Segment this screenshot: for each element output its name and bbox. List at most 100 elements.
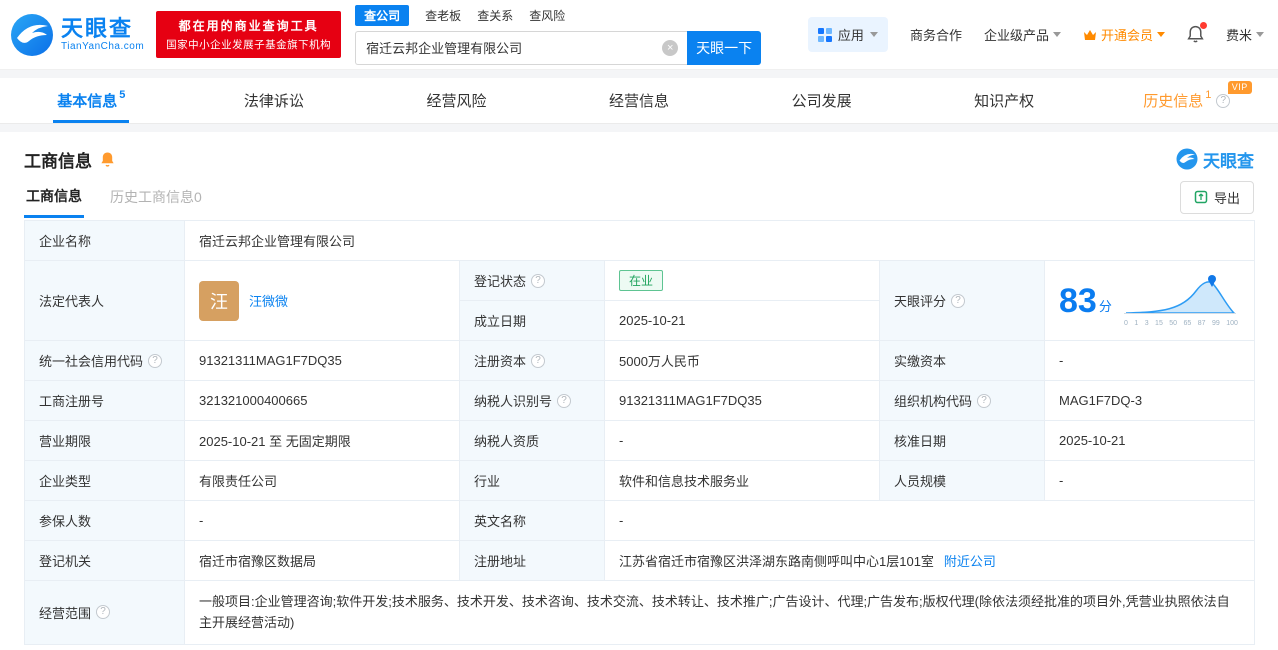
logo-domain: TianYanCha.com	[61, 41, 144, 52]
label-legal-rep: 法定代表人	[25, 261, 185, 341]
vip-badge: VIP	[1228, 81, 1252, 94]
tianyancha-logo[interactable]: 天眼查 TianYanCha.com	[10, 13, 144, 57]
search-tab-risk[interactable]: 查风险	[529, 7, 565, 24]
clear-icon[interactable]: ×	[662, 40, 678, 56]
menu-business-cooperation[interactable]: 商务合作	[910, 25, 962, 44]
help-icon[interactable]: ?	[951, 294, 965, 308]
chevron-down-icon	[1053, 32, 1061, 37]
tab-label: 知识产权	[974, 90, 1034, 111]
label-staff-size: 人员规模	[880, 461, 1045, 501]
table-row: 法定代表人 汪 汪微微 登记状态? 在业 天眼评分?	[25, 261, 1255, 301]
help-icon[interactable]: ?	[96, 605, 110, 619]
tab-label: 经营信息	[609, 90, 669, 111]
search-tab-boss[interactable]: 查老板	[425, 7, 461, 24]
business-info-card: 工商信息 天眼查 工商信息 历史工商信息0 导出	[0, 132, 1278, 650]
username: 费米	[1226, 25, 1252, 44]
vip-label: 开通会员	[1101, 25, 1153, 44]
help-icon[interactable]: ?	[531, 354, 545, 368]
tab-label: 历史信息	[1143, 90, 1203, 111]
table-row: 登记机关 宿迁市宿豫区数据局 注册地址 江苏省宿迁市宿豫区洪泽湖东路南侧呼叫中心…	[25, 541, 1255, 581]
label-taxpayer-quality: 纳税人资质	[460, 421, 605, 461]
tab-operating-risk[interactable]: 经营风险	[365, 78, 548, 123]
value-reg-number: 321321000400665	[185, 381, 460, 421]
tab-basic-info[interactable]: 基本信息 5	[0, 78, 183, 123]
value-business-term: 2025-10-21 至 无固定期限	[185, 421, 460, 461]
label-insured-count: 参保人数	[25, 501, 185, 541]
slogan-line2: 国家中小企业发展子基金旗下机构	[166, 37, 331, 52]
table-row: 经营范围? 一般项目:企业管理咨询;软件开发;技术服务、技术开发、技术咨询、技术…	[25, 581, 1255, 645]
help-icon[interactable]: ?	[148, 354, 162, 368]
company-nav: 基本信息 5 法律诉讼 经营风险 经营信息 公司发展 知识产权 VIP 历史信息…	[0, 78, 1278, 124]
tab-legal-proceedings[interactable]: 法律诉讼	[183, 78, 366, 123]
score-number: 83	[1059, 284, 1097, 318]
user-menu[interactable]: 费米	[1226, 25, 1264, 44]
value-credit-code: 91321311MAG1F7DQ35	[185, 341, 460, 381]
table-row: 工商注册号 321321000400665 纳税人识别号? 91321311MA…	[25, 381, 1255, 421]
apps-label: 应用	[838, 25, 864, 44]
app-grid-icon	[818, 28, 832, 42]
search-button[interactable]: 天眼一下	[687, 31, 761, 65]
label-paid-capital: 实缴资本	[880, 341, 1045, 381]
label-approval-date: 核准日期	[880, 421, 1045, 461]
crown-icon	[1083, 29, 1097, 41]
value-approval-date: 2025-10-21	[1045, 421, 1255, 461]
top-header: 天眼查 TianYanCha.com 都在用的商业查询工具 国家中小企业发展子基…	[0, 0, 1278, 70]
legal-rep-avatar[interactable]: 汪	[199, 281, 239, 321]
table-row: 营业期限 2025-10-21 至 无固定期限 纳税人资质 - 核准日期 202…	[25, 421, 1255, 461]
tab-intellectual-property[interactable]: 知识产权	[913, 78, 1096, 123]
search-tab-company[interactable]: 查公司	[355, 5, 409, 26]
value-reg-capital: 5000万人民币	[605, 341, 880, 381]
tab-history-info[interactable]: VIP 历史信息 1 ?	[1095, 78, 1278, 123]
help-icon[interactable]: ?	[1216, 94, 1230, 108]
tab-company-development[interactable]: 公司发展	[730, 78, 913, 123]
tab-label: 法律诉讼	[244, 90, 304, 111]
menu-enterprise-product[interactable]: 企业级产品	[984, 25, 1061, 44]
value-paid-capital: -	[1045, 341, 1255, 381]
business-info-table: 企业名称 宿迁云邦企业管理有限公司 法定代表人 汪 汪微微 登记状态? 在业	[24, 220, 1255, 645]
menu-open-vip[interactable]: 开通会员	[1083, 25, 1165, 44]
table-row: 企业类型 有限责任公司 行业 软件和信息技术服务业 人员规模 -	[25, 461, 1255, 501]
value-reg-address: 江苏省宿迁市宿豫区洪泽湖东路南侧呼叫中心1层101室附近公司	[605, 541, 1255, 581]
notification-bell[interactable]	[1187, 25, 1204, 44]
search-input[interactable]	[356, 40, 687, 55]
top-menu: 应用 商务合作 企业级产品 开通会员 费米	[808, 17, 1264, 52]
monitor-bell-icon[interactable]	[100, 151, 115, 168]
chevron-down-icon	[1157, 32, 1165, 37]
export-label: 导出	[1214, 188, 1240, 207]
value-taxpayer-quality: -	[605, 421, 880, 461]
status-badge: 在业	[619, 270, 663, 291]
search-tab-relation[interactable]: 查关系	[477, 7, 513, 24]
label-reg-number: 工商注册号	[25, 381, 185, 421]
score-axis-ticks: 0131550658799100	[1122, 320, 1240, 328]
label-org-code: 组织机构代码?	[880, 381, 1045, 421]
apps-menu[interactable]: 应用	[808, 17, 888, 52]
help-icon[interactable]: ?	[977, 394, 991, 408]
enterprise-label: 企业级产品	[984, 25, 1049, 44]
legal-rep-link[interactable]: 汪微微	[249, 291, 288, 310]
label-taxpayer-id: 纳税人识别号?	[460, 381, 605, 421]
value-reg-status: 在业	[605, 261, 880, 301]
table-row: 统一社会信用代码? 91321311MAG1F7DQ35 注册资本? 5000万…	[25, 341, 1255, 381]
search-block: 查公司 查老板 查关系 查风险 × 天眼一下	[355, 5, 761, 65]
tianyancha-logo-icon	[1176, 148, 1198, 170]
value-company-name: 宿迁云邦企业管理有限公司	[185, 221, 1255, 261]
help-icon[interactable]: ?	[531, 274, 545, 288]
subtab-business-info[interactable]: 工商信息	[24, 177, 84, 218]
slogan-line1: 都在用的商业查询工具	[166, 17, 331, 34]
chevron-down-icon	[870, 32, 878, 37]
label-reg-status: 登记状态?	[460, 261, 605, 301]
tianyancha-logo-icon	[10, 13, 54, 57]
section-title: 工商信息	[24, 147, 92, 172]
label-industry: 行业	[460, 461, 605, 501]
subtab-history-business-info[interactable]: 历史工商信息0	[110, 187, 202, 207]
tab-operating-info[interactable]: 经营信息	[548, 78, 731, 123]
export-button[interactable]: 导出	[1180, 181, 1254, 214]
nearby-companies-link[interactable]: 附近公司	[944, 554, 996, 569]
chevron-down-icon	[1256, 32, 1264, 37]
help-icon[interactable]: ?	[557, 394, 571, 408]
label-company-type: 企业类型	[25, 461, 185, 501]
value-english-name: -	[605, 501, 1255, 541]
value-business-scope: 一般项目:企业管理咨询;软件开发;技术服务、技术开发、技术咨询、技术交流、技术转…	[185, 581, 1255, 645]
score-unit: 分	[1099, 296, 1112, 315]
slogan-badge: 都在用的商业查询工具 国家中小企业发展子基金旗下机构	[156, 11, 341, 58]
